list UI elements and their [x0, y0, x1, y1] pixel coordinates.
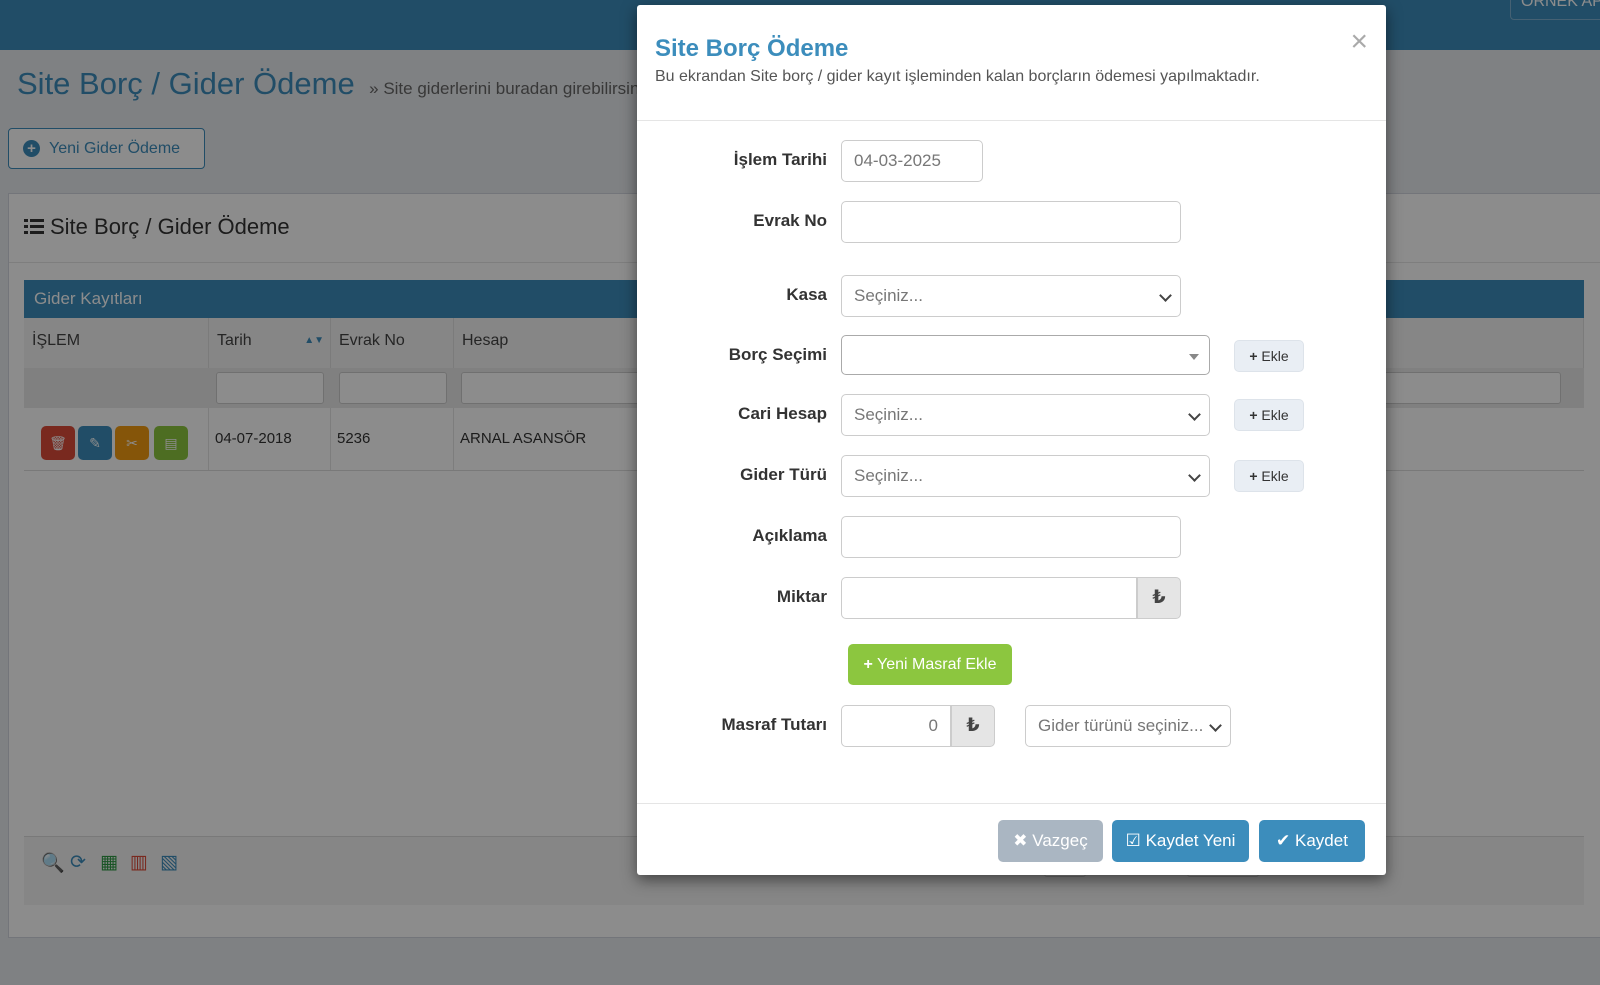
cari-hesap-select[interactable]: Seçiniz...	[841, 394, 1210, 436]
kasa-label: Kasa	[786, 285, 827, 304]
add-gider-turu-button[interactable]: + Ekle	[1234, 460, 1304, 492]
chevron-down-icon	[1209, 719, 1222, 732]
chevron-down-icon	[1188, 469, 1201, 482]
masraf-tutari-label: Masraf Tutarı	[721, 715, 828, 734]
aciklama-label: Açıklama	[752, 526, 827, 545]
checkbox-icon: ☑	[1125, 831, 1141, 850]
save-button[interactable]: ✔ Kaydet	[1259, 820, 1365, 862]
borc-secimi-label: Borç Seçimi	[728, 345, 827, 364]
plus-icon: +	[1249, 468, 1258, 484]
masraf-type-select[interactable]: Gider türünü seçiniz...	[1025, 705, 1231, 747]
modal-footer-divider	[637, 803, 1386, 804]
add-borc-label: Ekle	[1261, 348, 1289, 364]
modal-description: Bu ekrandan Site borç / gider kayıt işle…	[655, 68, 1260, 85]
islem-tarihi-label: İşlem Tarihi	[733, 150, 827, 169]
modal-title: Site Borç Ödeme	[655, 35, 849, 62]
gider-turu-label: Gider Türü	[740, 465, 827, 484]
gider-turu-select[interactable]: Seçiniz...	[841, 455, 1210, 497]
save-new-label: Kaydet Yeni	[1145, 831, 1236, 850]
cari-hesap-label: Cari Hesap	[738, 404, 827, 423]
miktar-input[interactable]	[841, 577, 1137, 619]
cari-hesap-select-value: Seçiniz...	[854, 405, 923, 424]
evrak-no-input[interactable]	[841, 201, 1181, 243]
borc-secimi-select[interactable]	[841, 335, 1210, 375]
add-gider-turu-label: Ekle	[1261, 468, 1289, 484]
new-expense-item-button[interactable]: + Yeni Masraf Ekle	[848, 644, 1012, 685]
save-label: Kaydet	[1295, 831, 1348, 850]
chevron-down-icon	[1188, 408, 1201, 421]
lira-icon: ₺	[951, 705, 995, 747]
check-icon: ✔	[1276, 831, 1291, 850]
masraf-tutari-input[interactable]: 0	[841, 705, 951, 747]
evrak-no-label: Evrak No	[753, 211, 827, 230]
kasa-select[interactable]: Seçiniz...	[841, 275, 1181, 317]
new-expense-item-label: Yeni Masraf Ekle	[877, 656, 997, 673]
plus-icon: +	[1249, 348, 1258, 364]
close-icon[interactable]: ×	[1350, 27, 1368, 57]
cancel-button[interactable]: ✖ Vazgeç	[998, 820, 1103, 862]
islem-tarihi-input[interactable]: 04-03-2025	[841, 140, 983, 182]
add-cari-hesap-label: Ekle	[1261, 407, 1289, 423]
modal-header: Site Borç Ödeme Bu ekrandan Site borç / …	[637, 5, 1386, 121]
add-cari-hesap-button[interactable]: + Ekle	[1234, 399, 1304, 431]
plus-icon: +	[1249, 407, 1258, 423]
gider-turu-select-value: Seçiniz...	[854, 466, 923, 485]
cancel-label: Vazgeç	[1032, 831, 1088, 850]
plus-icon: +	[863, 656, 873, 673]
debt-payment-modal: Site Borç Ödeme Bu ekrandan Site borç / …	[637, 5, 1386, 875]
add-borc-button[interactable]: + Ekle	[1234, 340, 1304, 372]
miktar-label: Miktar	[776, 587, 827, 606]
chevron-down-icon	[1159, 289, 1172, 302]
x-icon: ✖	[1013, 831, 1028, 850]
kasa-select-value: Seçiniz...	[854, 286, 923, 305]
aciklama-input[interactable]	[841, 516, 1181, 558]
masraf-type-select-value: Gider türünü seçiniz...	[1038, 716, 1204, 735]
caret-down-icon	[1189, 354, 1199, 360]
lira-icon: ₺	[1137, 577, 1181, 619]
save-new-button[interactable]: ☑ Kaydet Yeni	[1112, 820, 1249, 862]
